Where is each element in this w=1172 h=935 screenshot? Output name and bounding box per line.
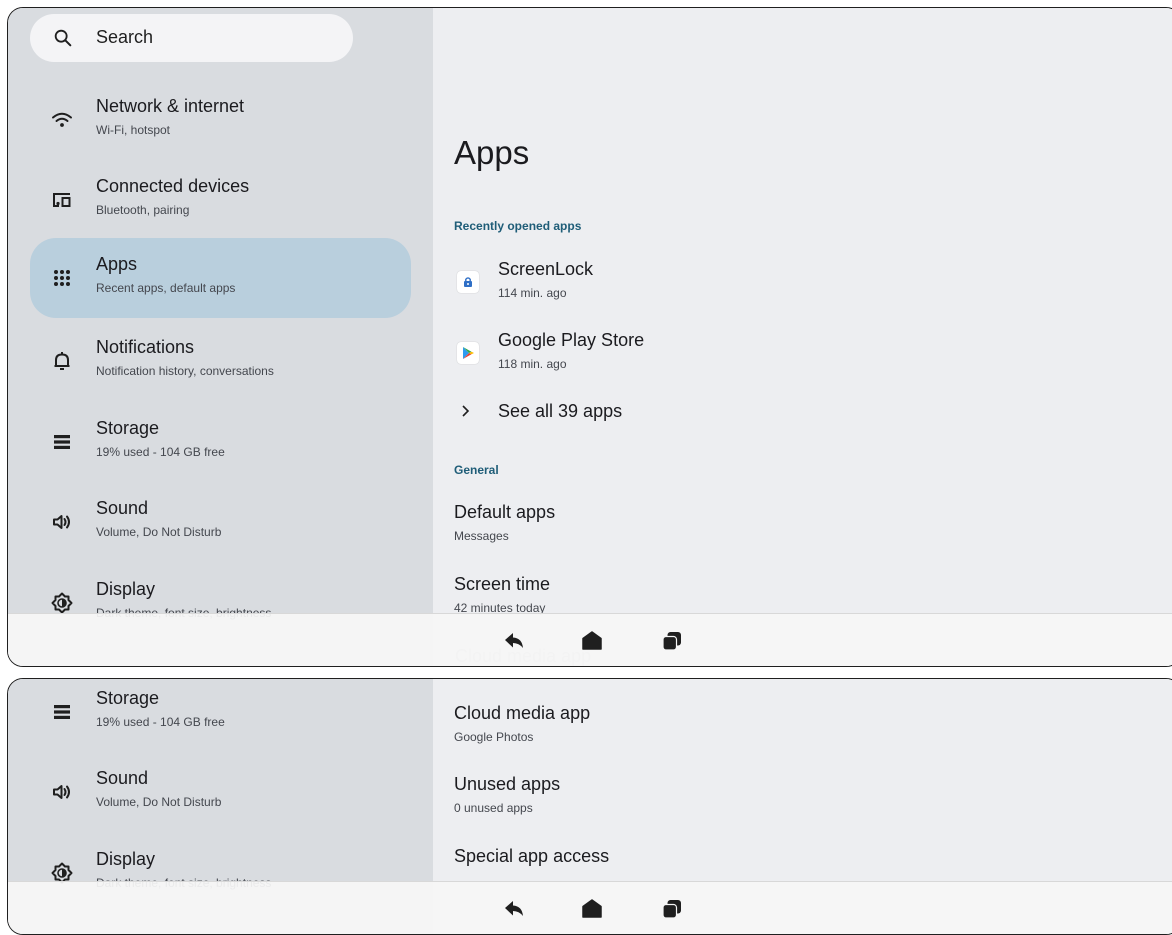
wifi-icon — [52, 112, 72, 127]
storage-icon — [54, 435, 70, 449]
pref-subtitle: Messages — [454, 529, 509, 543]
storage-icon — [54, 705, 70, 719]
sidebar-item-sound[interactable]: Sound Volume, Do Not Disturb — [30, 752, 411, 832]
recent-app-screenlock[interactable]: ScreenLock 114 min. ago — [454, 259, 1054, 319]
pref-default-apps[interactable]: Default apps Messages — [454, 502, 1054, 552]
system-nav-bar — [8, 613, 1172, 666]
sidebar-item-title: Notifications — [96, 337, 195, 357]
sidebar-item-network[interactable]: Network & internet Wi-Fi, hotspot — [30, 80, 411, 160]
sidebar-item-connected-devices[interactable]: Connected devices Bluetooth, pairing — [30, 160, 411, 240]
system-nav-bar — [8, 881, 1172, 934]
bell-icon — [54, 352, 70, 370]
recent-app-play-store[interactable]: Google Play Store 118 min. ago — [454, 330, 1054, 390]
sidebar-item-subtitle: Notification history, conversations — [96, 364, 274, 378]
chevron-right-icon — [462, 405, 470, 417]
pref-title: Screen time — [454, 574, 551, 594]
volume-icon — [53, 785, 70, 799]
sidebar-item-subtitle: Bluetooth, pairing — [96, 203, 190, 217]
apps-grid-icon — [54, 270, 70, 286]
search-bar[interactable]: Search — [30, 14, 353, 62]
app-name: ScreenLock — [498, 259, 594, 279]
sidebar-item-subtitle: Volume, Do Not Disturb — [96, 525, 222, 539]
sidebar-item-title: Display — [96, 579, 156, 599]
see-all-label: See all 39 apps — [498, 401, 623, 421]
recents-icon[interactable] — [660, 897, 684, 921]
devices-icon — [53, 193, 71, 207]
sidebar-item-subtitle: Volume, Do Not Disturb — [96, 795, 222, 809]
search-icon — [54, 29, 72, 47]
see-all-apps-button[interactable]: See all 39 apps — [454, 401, 854, 441]
sidebar-item-storage[interactable]: Storage 19% used - 104 GB free — [30, 679, 411, 752]
brightness-icon — [51, 592, 73, 614]
sidebar-item-title: Sound — [96, 498, 149, 518]
apps-content: Apps Recently opened apps ScreenLock 114… — [433, 8, 1172, 666]
pref-cloud-media-app[interactable]: Cloud media app Google Photos — [454, 703, 1054, 753]
pref-title: Unused apps — [454, 774, 561, 794]
sidebar-item-title: Apps — [96, 254, 138, 274]
sidebar-item-subtitle: Wi-Fi, hotspot — [96, 123, 171, 137]
sidebar-item-notifications[interactable]: Notifications Notification history, conv… — [30, 321, 411, 401]
recent-apps-header: Recently opened apps — [454, 219, 582, 233]
sidebar-item-title: Storage — [96, 418, 160, 438]
pref-unused-apps[interactable]: Unused apps 0 unused apps — [454, 774, 1054, 824]
general-header: General — [454, 463, 499, 477]
sidebar-item-title: Connected devices — [96, 176, 250, 196]
play-store-icon — [457, 342, 479, 364]
sidebar-item-storage[interactable]: Storage 19% used - 104 GB free — [30, 402, 411, 482]
sidebar-item-title: Sound — [96, 768, 149, 788]
volume-icon — [53, 515, 70, 529]
screenlock-icon — [457, 271, 479, 293]
recents-icon[interactable] — [660, 629, 684, 653]
search-label: Search — [96, 27, 154, 47]
home-icon[interactable] — [580, 897, 604, 921]
settings-window-bottom: Storage 19% used - 104 GB free Sound Vol… — [7, 678, 1172, 935]
pref-subtitle: 0 unused apps — [454, 801, 533, 815]
sidebar-item-title: Display — [96, 849, 156, 869]
pref-title: Cloud media app — [454, 703, 591, 723]
pref-title: Special app access — [454, 846, 610, 866]
sidebar-item-subtitle: Recent apps, default apps — [96, 281, 236, 295]
sidebar-item-sound[interactable]: Sound Volume, Do Not Disturb — [30, 482, 411, 562]
sidebar-item-title: Storage — [96, 688, 160, 708]
back-icon[interactable] — [502, 897, 526, 921]
settings-sidebar: Search Network & internet Wi-Fi, hotspot… — [8, 8, 433, 666]
sidebar-item-title: Network & internet — [96, 96, 245, 116]
pref-subtitle: Google Photos — [454, 730, 534, 744]
app-last-opened: 114 min. ago — [498, 286, 567, 300]
sidebar-item-subtitle: 19% used - 104 GB free — [96, 445, 225, 459]
settings-window-top: Search Network & internet Wi-Fi, hotspot… — [7, 7, 1172, 667]
pref-title: Default apps — [454, 502, 556, 522]
sidebar-item-apps[interactable]: Apps Recent apps, default apps — [30, 238, 411, 318]
app-name: Google Play Store — [498, 330, 645, 350]
home-icon[interactable] — [580, 629, 604, 653]
page-title: Apps — [454, 134, 530, 171]
sidebar-item-subtitle: 19% used - 104 GB free — [96, 715, 225, 729]
app-last-opened: 118 min. ago — [498, 357, 567, 371]
back-icon[interactable] — [502, 629, 526, 653]
